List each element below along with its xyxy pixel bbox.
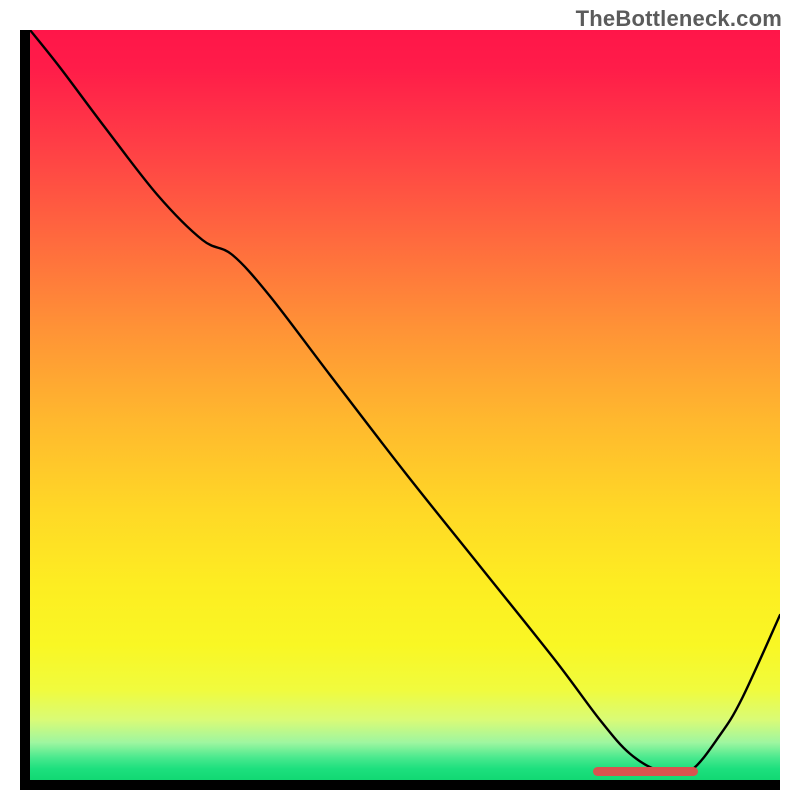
plot-area — [30, 30, 780, 780]
plot-frame — [20, 30, 780, 790]
chart-container: TheBottleneck.com — [0, 0, 800, 800]
bottleneck-curve — [30, 30, 780, 780]
watermark-text: TheBottleneck.com — [576, 6, 782, 32]
optimal-range-marker — [593, 767, 698, 776]
